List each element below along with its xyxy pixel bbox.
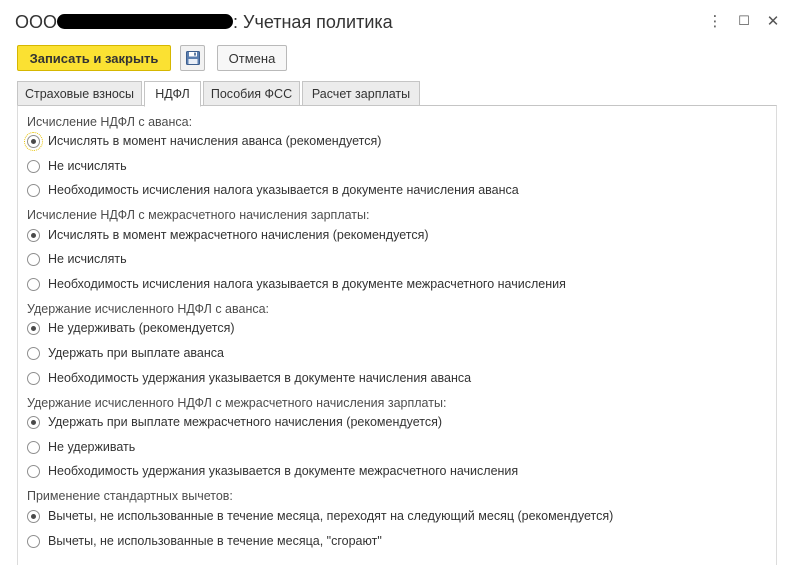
radio-label: Не исчислять [48,252,127,266]
group-label-ndfl-interim-withholding: Удержание исчисленного НДФЛ с межрасчетн… [27,396,447,410]
radio-option[interactable]: Не исчислять [27,250,127,268]
radio-label: Исчислять в момент начисления аванса (ре… [48,134,382,148]
radio-button[interactable] [27,371,40,385]
radio-option[interactable]: Вычеты, не использованные в течение меся… [27,532,382,550]
radio-label: Вычеты, не использованные в течение меся… [48,509,614,523]
window-title: ООО : Учетная политика [15,12,393,33]
group-label-standard-deductions: Применение стандартных вычетов: [27,489,233,503]
group-label-ndfl-advance-withholding: Удержание исчисленного НДФЛ с аванса: [27,302,270,316]
radio-option[interactable]: Исчислять в момент межрасчетного начисле… [27,226,429,244]
radio-label: Необходимость исчисления налога указывае… [48,277,566,291]
radio-button[interactable] [27,464,40,478]
radio-option[interactable]: Необходимость исчисления налога указывае… [27,181,519,199]
radio-option[interactable]: Не удерживать [27,438,135,456]
tab-payroll-calculation[interactable]: Расчет зарплаты [302,81,420,106]
more-actions-icon[interactable]: ⋮ [706,12,724,30]
radio-button-selected[interactable] [27,228,40,242]
radio-option[interactable]: Удержать при выплате аванса [27,344,224,362]
tab-ndfl[interactable]: НДФЛ [144,81,201,107]
tab-fss-benefits[interactable]: Пособия ФСС [203,81,300,106]
radio-label: Удержать при выплате аванса [48,346,224,360]
redacted-name-block [57,14,234,30]
radio-button-selected[interactable] [27,415,40,429]
radio-label: Не исчислять [48,159,127,173]
radio-option[interactable]: Исчислять в момент начисления аванса (ре… [24,131,382,151]
cancel-button[interactable]: Отмена [217,45,287,71]
radio-option[interactable]: Удержать при выплате межрасчетного начис… [27,413,442,431]
radio-label: Не удерживать (рекомендуется) [48,321,235,335]
radio-label: Необходимость удержания указывается в до… [48,464,519,478]
title-suffix: : Учетная политика [233,12,393,32]
radio-button-selected[interactable] [27,321,40,335]
save-button[interactable] [180,45,205,71]
radio-option[interactable]: Необходимость удержания указывается в до… [27,462,518,480]
radio-button[interactable] [27,534,40,548]
radio-option[interactable]: Вычеты, не использованные в течение меся… [27,507,613,525]
radio-button[interactable] [27,440,40,454]
radio-button-selected[interactable] [24,131,43,151]
radio-label: Необходимость удержания указывается в до… [48,371,472,385]
floppy-disk-icon [185,51,200,65]
radio-button[interactable] [27,252,40,266]
group-label-ndfl-interim-calculation: Исчисление НДФЛ с межрасчетного начислен… [27,208,370,222]
radio-option[interactable]: Не удерживать (рекомендуется) [27,319,235,337]
radio-button-selected[interactable] [27,509,40,523]
radio-option[interactable]: Необходимость удержания указывается в до… [27,369,471,387]
title-bar: ООО : Учетная политика ⋮ ☐ ✕ [0,0,790,44]
radio-label: Вычеты, не использованные в течение меся… [48,534,382,548]
radio-label: Удержать при выплате межрасчетного начис… [48,415,443,429]
radio-button[interactable] [27,346,40,360]
radio-label: Необходимость исчисления налога указывае… [48,183,519,197]
tab-insurance-contributions[interactable]: Страховые взносы [17,81,142,106]
tab-bar: Страховые взносы НДФЛ Пособия ФСС Расчет… [17,81,427,107]
title-prefix: ООО [15,12,58,32]
toolbar: Записать и закрыть Отмена [17,45,317,71]
radio-label: Исчислять в момент межрасчетного начисле… [48,228,429,242]
save-and-close-button[interactable]: Записать и закрыть [17,45,171,71]
radio-option[interactable]: Не исчислять [27,157,127,175]
close-icon[interactable]: ✕ [764,12,782,30]
group-label-ndfl-advance-calculation: Исчисление НДФЛ с аванса: [27,115,193,129]
radio-button[interactable] [27,159,40,173]
radio-button[interactable] [27,277,40,291]
radio-option[interactable]: Необходимость исчисления налога указывае… [27,275,566,293]
maximize-icon[interactable]: ☐ [735,12,753,30]
radio-button[interactable] [27,183,40,197]
radio-label: Не удерживать [48,440,136,454]
